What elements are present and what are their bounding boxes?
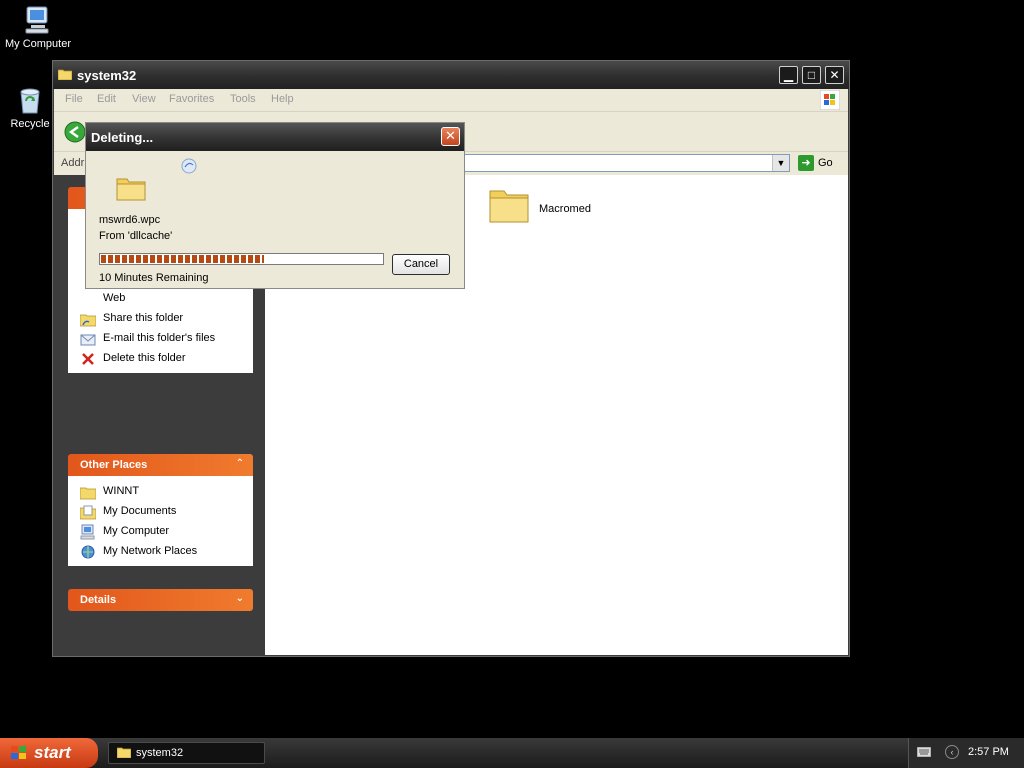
window-titlebar[interactable]: system32 ▁ □ ✕ (53, 61, 849, 89)
flying-document-icon (181, 158, 197, 174)
menu-file[interactable]: File (65, 93, 83, 105)
back-icon[interactable] (64, 121, 86, 143)
details-header[interactable]: Details ⌄ (68, 589, 253, 611)
share-folder-icon (80, 314, 96, 327)
details-panel: Details ⌄ (68, 589, 253, 611)
file-item-macromed[interactable]: Macromed (489, 185, 591, 226)
menu-favorites[interactable]: Favorites (169, 93, 214, 105)
task-item-label: Share this folder (103, 312, 184, 324)
taskbar: start system32 ‹ 2:57 PM (0, 738, 1024, 768)
go-button[interactable]: ➜ Go (798, 155, 833, 171)
place-item-my-computer[interactable]: My Computer (68, 522, 253, 542)
network-places-icon (81, 545, 95, 559)
place-item-label: My Documents (103, 505, 177, 517)
go-arrow-icon: ➜ (798, 155, 814, 171)
dialog-close-button[interactable]: ✕ (441, 127, 460, 146)
other-places-title: Other Places (80, 459, 148, 471)
task-item-share-folder[interactable]: Share this folder (68, 309, 253, 329)
start-label: start (34, 743, 71, 762)
folder-icon (489, 190, 529, 223)
system-tray: ‹ 2:57 PM (908, 738, 1024, 768)
windows-logo-icon (820, 90, 840, 110)
menu-bar: File Edit View Favorites Tools Help (54, 89, 848, 111)
task-item-label: E-mail this folder's files (103, 332, 216, 344)
task-item-label: Web (103, 292, 126, 304)
minimize-button[interactable]: ▁ (779, 66, 798, 84)
place-item-label: My Computer (103, 525, 170, 537)
deleting-dialog: Deleting... ✕ mswrd6.wpc From 'dllcache'… (85, 122, 465, 289)
email-icon (80, 334, 96, 346)
menu-edit[interactable]: Edit (97, 93, 116, 105)
place-item-label: WINNT (103, 485, 140, 497)
folder-icon (117, 747, 131, 758)
chevron-down-icon[interactable]: ⌄ (236, 593, 244, 604)
details-title: Details (80, 594, 117, 606)
my-computer-icon (80, 524, 95, 540)
window-title: system32 (77, 68, 137, 83)
clock: 2:57 PM (968, 746, 1009, 758)
start-button[interactable]: start (0, 738, 98, 768)
chevron-up-icon[interactable]: ⌃ (236, 458, 244, 469)
show-hidden-icons-icon[interactable]: ‹ (945, 745, 959, 759)
menu-view[interactable]: View (132, 93, 156, 105)
close-button[interactable]: ✕ (825, 66, 844, 84)
maximize-button[interactable]: □ (802, 66, 821, 84)
task-item-email-files[interactable]: E-mail this folder's files (68, 329, 253, 349)
recycle-bin-icon (20, 88, 40, 114)
folder-icon (58, 69, 72, 80)
address-label: Addr (61, 157, 85, 169)
my-documents-icon (80, 505, 96, 520)
taskbar-item-label: system32 (136, 747, 184, 759)
desktop-icon-label: My Computer (4, 38, 72, 50)
folder-icon (116, 178, 146, 201)
task-item-publish-web[interactable]: Web (68, 289, 253, 309)
taskbar-item-system32[interactable]: system32 (108, 742, 265, 764)
address-dropdown-button[interactable]: ▼ (772, 155, 789, 171)
dialog-titlebar[interactable]: Deleting... ✕ (86, 123, 464, 151)
keyboard-icon[interactable] (917, 747, 931, 757)
task-item-delete-folder[interactable]: Delete this folder (68, 349, 253, 369)
place-item-my-network-places[interactable]: My Network Places (68, 542, 253, 562)
progress-bar (99, 253, 384, 265)
place-item-label: My Network Places (103, 545, 198, 557)
menu-tools[interactable]: Tools (230, 93, 256, 105)
task-item-label: Delete this folder (103, 352, 186, 364)
deleting-source: From 'dllcache' (99, 230, 173, 242)
other-places-header[interactable]: Other Places ⌃ (68, 454, 253, 476)
place-item-winnt[interactable]: WINNT (68, 482, 253, 502)
time-remaining: 10 Minutes Remaining (99, 272, 209, 284)
folder-icon (80, 487, 96, 500)
windows-logo-icon (11, 746, 26, 759)
delete-icon (82, 353, 94, 365)
go-label: Go (818, 156, 833, 169)
place-item-my-documents[interactable]: My Documents (68, 502, 253, 522)
desktop-icon-label: Recycle (10, 118, 50, 130)
desktop-icon-my-computer[interactable]: My Computer (0, 4, 76, 50)
deleting-file-name: mswrd6.wpc (99, 214, 161, 226)
progress-fill (101, 255, 264, 263)
menu-help[interactable]: Help (271, 93, 294, 105)
my-computer-icon (25, 6, 49, 34)
other-places-panel: Other Places ⌃ WINNT My Documents My Com… (68, 454, 253, 566)
file-item-label: Macromed (539, 203, 591, 215)
cancel-button[interactable]: Cancel (392, 254, 450, 275)
dialog-title: Deleting... (91, 130, 154, 145)
